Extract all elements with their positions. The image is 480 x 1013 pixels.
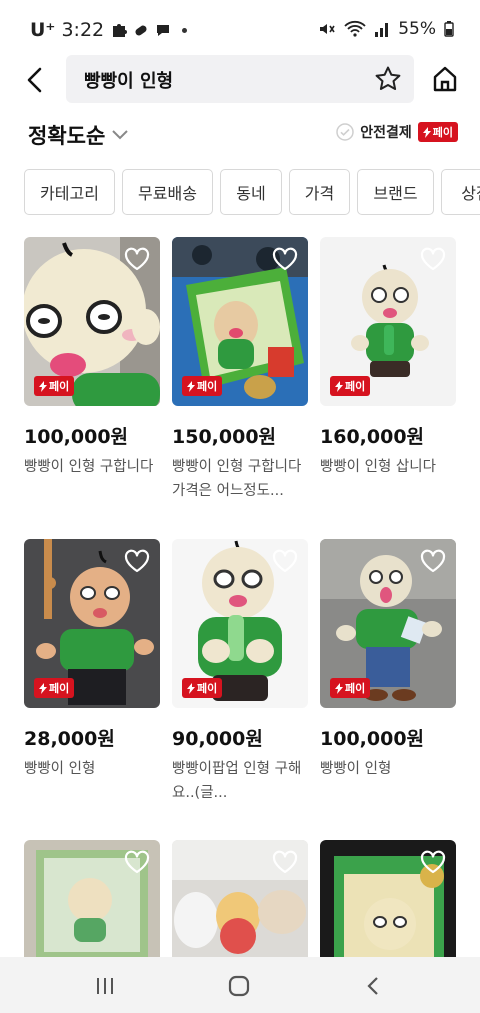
signal-icon xyxy=(375,23,389,37)
check-circle-icon[interactable] xyxy=(336,123,354,141)
filter-chip-store[interactable]: 상점 xyxy=(441,169,480,215)
product-title: 빵빵이팝업 인형 구해요..(글... xyxy=(172,761,302,801)
status-bar: U⁺ 3:22 55% xyxy=(0,0,480,54)
lightning-icon xyxy=(187,380,195,392)
filter-chip-category[interactable]: 카테고리 xyxy=(24,169,115,215)
product-image[interactable]: 페이 xyxy=(320,539,456,708)
filter-chip-free-shipping[interactable]: 무료배송 xyxy=(122,169,213,215)
search-query: 빵빵이 인형 xyxy=(84,71,174,92)
more-notifications-dot xyxy=(182,27,188,33)
heart-icon[interactable] xyxy=(420,850,446,874)
product-card[interactable]: 페이 90,000원 빵빵이팝업 인형 구해요..(글... xyxy=(172,539,308,805)
filter-chip-track: 카테고리 무료배송 동네 가격 브랜드 상점 xyxy=(24,169,480,215)
battery-icon xyxy=(444,21,454,37)
product-card[interactable]: 페이 100,000원 빵빵이 인형 구합니다 xyxy=(24,237,160,479)
lightning-icon xyxy=(335,682,343,694)
pay-tag: 페이 xyxy=(330,376,371,396)
chat-bubble-icon xyxy=(157,25,170,36)
battery-percent: 55% xyxy=(398,19,436,39)
system-nav-bar xyxy=(0,957,480,1013)
product-title: 빵빵이 인형 삽니다 xyxy=(320,459,436,475)
heart-icon[interactable] xyxy=(272,247,298,271)
product-price: 160,000원 xyxy=(320,426,425,448)
pay-tag-label: 페이 xyxy=(49,380,70,393)
heart-icon[interactable] xyxy=(124,247,150,271)
star-icon[interactable] xyxy=(374,65,402,93)
pill-icon xyxy=(135,25,147,36)
pay-tag-label: 페이 xyxy=(197,682,218,695)
safe-pay-filter[interactable]: 안전결제 페이 xyxy=(336,122,458,142)
sort-dropdown[interactable]: 정확도순 xyxy=(28,120,129,150)
back-arrow-icon[interactable] xyxy=(22,66,50,94)
product-image[interactable]: 페이 xyxy=(24,237,160,406)
filter-chips: 카테고리 무료배송 동네 가격 브랜드 상점 xyxy=(24,169,480,215)
home-button-icon[interactable] xyxy=(226,973,252,999)
product-price: 100,000원 xyxy=(24,426,129,448)
pay-tag-label: 페이 xyxy=(345,380,366,393)
product-card[interactable]: 페이 160,000원 빵빵이 인형 삽니다 xyxy=(320,237,456,479)
product-price: 28,000원 xyxy=(24,728,115,750)
product-price: 100,000원 xyxy=(320,728,425,750)
pay-tag-label: 페이 xyxy=(197,380,218,393)
product-card[interactable]: 페이 28,000원 빵빵이 인형 xyxy=(24,539,160,781)
pay-tag: 페이 xyxy=(34,678,75,698)
heart-icon[interactable] xyxy=(124,850,150,874)
notification-icons xyxy=(110,21,172,39)
pay-tag: 페이 xyxy=(182,376,223,396)
pay-badge-label: 페이 xyxy=(432,126,453,139)
lightning-icon xyxy=(335,380,343,392)
pay-tag: 페이 xyxy=(34,376,75,396)
product-image[interactable]: 페이 xyxy=(172,539,308,708)
pay-tag-label: 페이 xyxy=(345,682,366,695)
back-nav-icon[interactable] xyxy=(361,973,387,999)
safe-pay-label: 안전결제 xyxy=(360,125,412,141)
lightning-icon xyxy=(422,126,431,138)
product-image[interactable]: 페이 xyxy=(24,539,160,708)
filter-chip-brand[interactable]: 브랜드 xyxy=(357,169,434,215)
heart-icon[interactable] xyxy=(272,549,298,573)
recent-apps-icon[interactable] xyxy=(92,973,118,999)
clock: 3:22 xyxy=(61,19,105,41)
home-icon[interactable] xyxy=(431,65,459,93)
product-card[interactable]: 페이 150,000원 빵빵이 인형 구합니다 가격은 어느정도... xyxy=(172,237,308,503)
heart-icon[interactable] xyxy=(272,850,298,874)
pay-tag-label: 페이 xyxy=(49,682,70,695)
filter-chip-price[interactable]: 가격 xyxy=(289,169,350,215)
pay-badge: 페이 xyxy=(417,122,458,142)
heart-icon[interactable] xyxy=(124,549,150,573)
product-title: 빵빵이 인형 구합니다 가격은 어느정도... xyxy=(172,459,302,499)
carrier-label: U⁺ xyxy=(30,19,56,41)
product-image[interactable]: 페이 xyxy=(320,237,456,406)
pay-tag: 페이 xyxy=(330,678,371,698)
lightning-icon xyxy=(39,682,47,694)
wifi-icon xyxy=(344,20,366,37)
heart-icon[interactable] xyxy=(420,549,446,573)
heart-icon[interactable] xyxy=(420,247,446,271)
chevron-down-icon xyxy=(112,130,128,140)
product-card[interactable]: 페이 100,000원 빵빵이 인형 xyxy=(320,539,456,781)
filter-chip-neighborhood[interactable]: 동네 xyxy=(220,169,282,215)
product-title: 빵빵이 인형 xyxy=(24,761,96,777)
product-price: 90,000원 xyxy=(172,728,263,750)
status-right: 55% xyxy=(318,19,454,39)
lightning-icon xyxy=(39,380,47,392)
sort-label: 정확도순 xyxy=(28,124,106,148)
lightning-icon xyxy=(187,682,195,694)
product-title: 빵빵이 인형 xyxy=(320,761,392,777)
product-image[interactable]: 페이 xyxy=(172,237,308,406)
puzzle-icon xyxy=(113,24,128,37)
pay-tag: 페이 xyxy=(182,678,223,698)
product-title: 빵빵이 인형 구합니다 xyxy=(24,459,154,475)
mute-icon xyxy=(320,24,335,34)
product-price: 150,000원 xyxy=(172,426,277,448)
search-input[interactable]: 빵빵이 인형 xyxy=(66,55,414,103)
status-left: U⁺ 3:22 xyxy=(30,19,188,41)
